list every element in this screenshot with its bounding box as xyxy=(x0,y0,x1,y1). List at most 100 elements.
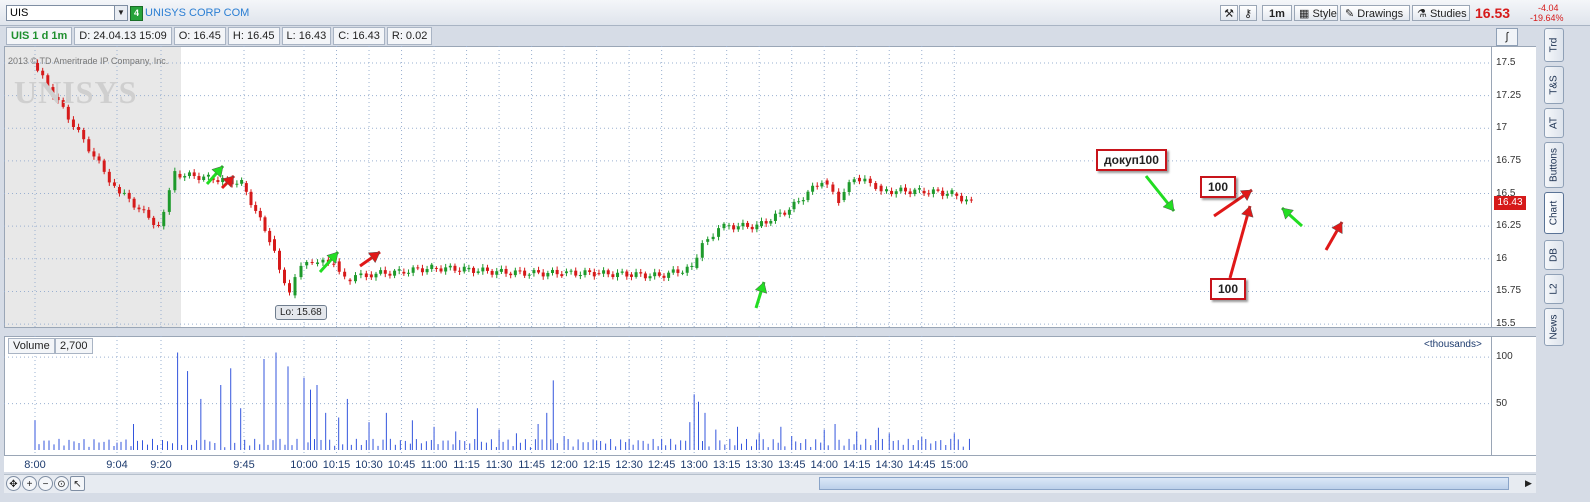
candle-body xyxy=(913,189,917,195)
candle-body xyxy=(273,239,276,251)
tab-news[interactable]: News xyxy=(1544,308,1564,346)
tab-chart-label: Chart xyxy=(1548,200,1560,226)
candle-body xyxy=(711,236,715,240)
candle-body xyxy=(462,266,466,272)
candle-body xyxy=(863,178,867,182)
candle-body xyxy=(574,270,578,276)
tab-trd-label: Trd xyxy=(1548,37,1560,53)
candle-body xyxy=(764,221,768,224)
volume-units: <thousands> xyxy=(1424,339,1482,350)
style-button[interactable]: ▦ Style xyxy=(1294,5,1338,21)
candle-body xyxy=(472,267,476,273)
tab-at[interactable]: AT xyxy=(1544,108,1564,138)
line-chart-icon: ∫ xyxy=(1505,31,1509,43)
candle-body xyxy=(254,205,258,211)
tab-ts[interactable]: T&S xyxy=(1544,66,1564,104)
symbol-dropdown-button[interactable]: ▼ xyxy=(114,5,128,21)
candle-body xyxy=(359,273,363,276)
company-watermark: UNISYS xyxy=(14,74,138,110)
cursor-button[interactable]: ↖ xyxy=(70,476,85,491)
zoom-fit-button[interactable]: ⊙ xyxy=(54,476,69,491)
tab-buttons[interactable]: Buttons xyxy=(1544,142,1564,188)
crosshair-tool-button[interactable]: ⚒ xyxy=(1220,5,1238,21)
time-tick-label: 10:00 xyxy=(290,459,318,471)
candle-body xyxy=(578,275,582,277)
candle-body xyxy=(527,274,531,276)
zoom-in-icon: + xyxy=(26,479,33,490)
candle-body xyxy=(499,268,503,272)
candle-body xyxy=(216,180,220,183)
candle-body xyxy=(606,270,610,275)
candle-body xyxy=(815,185,819,187)
link-group-badge[interactable]: 4 xyxy=(130,6,143,21)
time-tick-label: 12:00 xyxy=(550,459,578,471)
candle-body xyxy=(741,222,745,227)
candle-body xyxy=(811,185,815,192)
candle-body xyxy=(874,183,878,189)
candle-body xyxy=(662,275,666,278)
candle-body xyxy=(560,274,564,277)
studies-button[interactable]: ⚗ Studies xyxy=(1412,5,1470,21)
candle-body xyxy=(550,269,554,273)
candle-body xyxy=(448,265,452,268)
time-tick-label: 11:15 xyxy=(453,459,480,471)
candle-body xyxy=(681,272,685,274)
pan-button[interactable]: ✥ xyxy=(6,476,21,491)
candle-body xyxy=(240,179,244,184)
chevron-down-icon: ▼ xyxy=(117,8,125,17)
bar-range: R: 0.02 xyxy=(386,27,433,45)
settings-tool-button[interactable]: ⚷ xyxy=(1239,5,1257,21)
tab-trd[interactable]: Trd xyxy=(1544,28,1564,62)
time-tick-label: 8:00 xyxy=(24,459,46,471)
candle-body xyxy=(388,273,392,276)
candle-body xyxy=(112,182,116,186)
tab-db[interactable]: DB xyxy=(1544,240,1564,270)
candle-body xyxy=(945,193,949,196)
tab-l2[interactable]: L2 xyxy=(1544,274,1564,304)
price-tick-label: 16 xyxy=(1496,252,1508,264)
candle-body xyxy=(857,177,861,182)
candle-body xyxy=(393,270,397,276)
tab-db-label: DB xyxy=(1548,248,1560,262)
zoom-in-button[interactable]: + xyxy=(22,476,37,491)
candle-body xyxy=(569,270,573,272)
volume-study-label[interactable]: Volume xyxy=(8,338,55,354)
candle-body xyxy=(87,139,91,152)
net-change: -4.04 xyxy=(1538,3,1559,13)
candle-body xyxy=(102,160,106,172)
price-tick-label: 17 xyxy=(1496,122,1508,134)
candle-body xyxy=(305,262,309,266)
candle-body xyxy=(620,271,624,273)
zoom-out-button[interactable]: − xyxy=(38,476,53,491)
current-price-marker: 16.43 xyxy=(1494,196,1526,210)
candle-body xyxy=(879,185,883,192)
candle-body xyxy=(197,176,201,180)
tab-chart[interactable]: Chart xyxy=(1544,192,1564,234)
candle-body xyxy=(147,209,151,218)
candle-body xyxy=(490,270,494,275)
candle-body xyxy=(476,271,480,273)
price-tick-label: 17.5 xyxy=(1496,56,1516,68)
timeframe-button[interactable]: 1m xyxy=(1262,5,1292,21)
candle-body xyxy=(629,274,633,277)
bar-close: C: 16.43 xyxy=(333,27,385,45)
candle-body xyxy=(383,270,387,274)
time-tick-label: 10:30 xyxy=(355,459,383,471)
scroll-right-button[interactable]: ▶ xyxy=(1522,477,1535,490)
candle-body xyxy=(564,271,568,274)
drawings-button[interactable]: ✎ Drawings xyxy=(1340,5,1410,21)
candle-body xyxy=(820,182,824,187)
time-tick-label: 12:30 xyxy=(615,459,643,471)
candle-body xyxy=(546,272,550,277)
chart-scrollbar[interactable]: ✥ + − ⊙ ↖ ▶ xyxy=(4,474,1536,493)
candle-body xyxy=(173,171,177,191)
time-tick-label: 11:00 xyxy=(420,459,448,471)
candle-body xyxy=(504,268,508,274)
candle-body xyxy=(509,273,513,276)
candle-body xyxy=(842,192,846,201)
scrollbar-thumb[interactable] xyxy=(819,477,1509,490)
study-label[interactable]: UIS 1 d 1m xyxy=(6,27,73,45)
symbol-input[interactable] xyxy=(6,5,118,21)
candle-body xyxy=(592,272,596,277)
chart-style-toggle[interactable]: ∫ xyxy=(1496,28,1518,46)
